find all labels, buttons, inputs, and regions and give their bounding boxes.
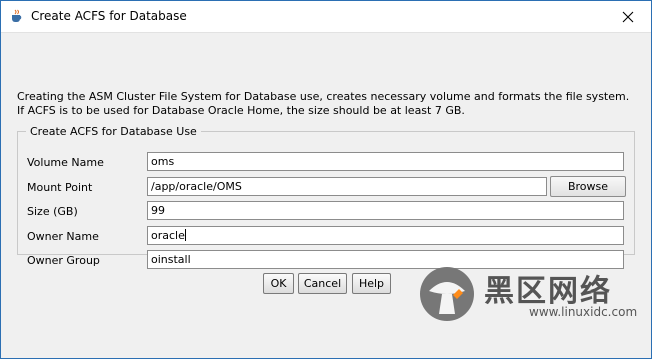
- java-cup-icon: [9, 9, 24, 24]
- group-legend: Create ACFS for Database Use: [30, 125, 197, 138]
- volume-name-label: Volume Name: [27, 156, 104, 169]
- watermark: 黑区网络 www.linuxidc.com: [419, 263, 647, 325]
- cancel-button[interactable]: Cancel: [298, 273, 347, 294]
- volume-name-field[interactable]: oms: [147, 152, 624, 171]
- dialog-title: Create ACFS for Database: [31, 9, 187, 23]
- text-caret: [184, 229, 186, 241]
- ok-button[interactable]: OK: [263, 273, 294, 294]
- watermark-url: www.linuxidc.com: [529, 305, 638, 319]
- title-bar: Create ACFS for Database: [1, 1, 651, 33]
- acfs-group: Create ACFS for Database Use Volume Name…: [17, 125, 635, 269]
- volume-name-row: Volume Name oms: [18, 152, 634, 173]
- browse-button[interactable]: Browse: [550, 176, 626, 197]
- dialog-window: Create ACFS for Database Creating the AS…: [0, 0, 652, 359]
- owner-name-label: Owner Name: [27, 230, 99, 243]
- mushroom-logo-icon: [420, 267, 474, 321]
- close-button[interactable]: [605, 1, 651, 32]
- owner-group-label: Owner Group: [27, 254, 100, 267]
- description-text: Creating the ASM Cluster File System for…: [17, 90, 630, 117]
- size-row: Size (GB) 99: [18, 201, 634, 222]
- size-label: Size (GB): [27, 205, 78, 218]
- mount-point-field[interactable]: /app/oracle/OMS: [147, 177, 547, 196]
- watermark-text: 黑区网络: [484, 274, 612, 309]
- close-icon: [622, 11, 634, 22]
- mount-point-label: Mount Point: [27, 181, 93, 194]
- help-button[interactable]: Help: [352, 273, 391, 294]
- size-field[interactable]: 99: [147, 201, 624, 220]
- owner-name-field[interactable]: oracle: [147, 226, 624, 245]
- owner-name-value: oracle: [151, 229, 185, 242]
- owner-name-row: Owner Name oracle: [18, 226, 634, 247]
- mount-point-row: Mount Point /app/oracle/OMS Browse: [18, 176, 634, 198]
